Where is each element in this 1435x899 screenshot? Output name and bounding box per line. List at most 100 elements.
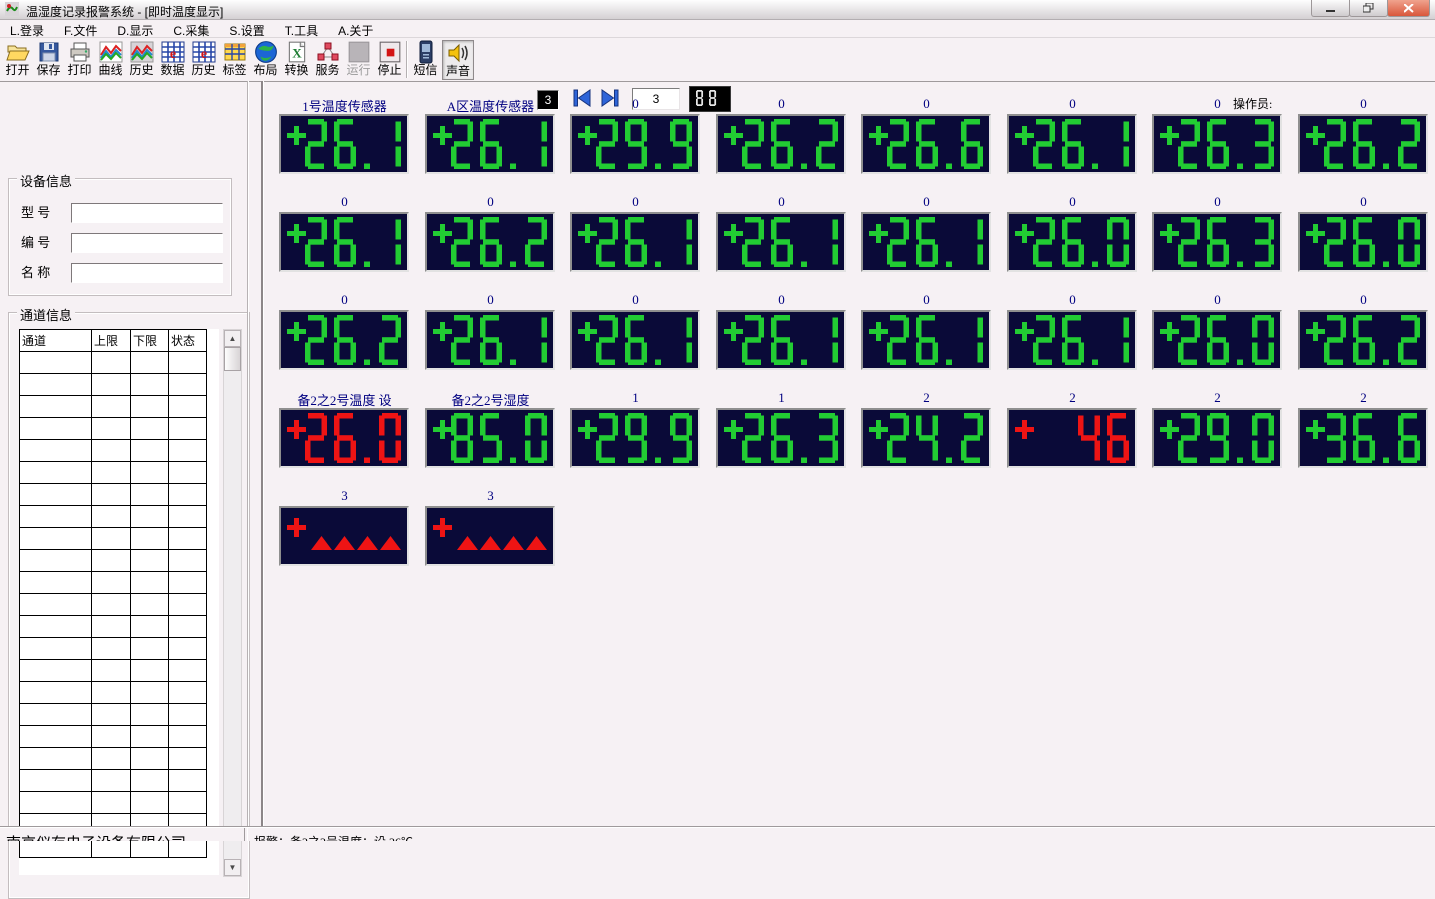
device-field-input[interactable] bbox=[71, 233, 223, 253]
device-field-label: 名 称 bbox=[21, 265, 50, 280]
display-label: 0 bbox=[1152, 292, 1283, 308]
channel-table-cell bbox=[169, 792, 207, 814]
restore-button[interactable] bbox=[1349, 0, 1388, 17]
led-panel bbox=[861, 114, 991, 174]
channel-table-row[interactable] bbox=[20, 352, 207, 374]
menu-bar: L.登录F.文件D.显示C.采集S.设置T.工具A.关于 bbox=[0, 20, 1435, 38]
channel-table-row[interactable] bbox=[20, 660, 207, 682]
channel-table-area: 通道上限下限状态 bbox=[19, 329, 219, 875]
menu-item-0[interactable]: L.登录 bbox=[0, 20, 54, 39]
led-panel bbox=[1152, 114, 1282, 174]
channel-table-row[interactable] bbox=[20, 418, 207, 440]
toolbar-button-label: 历史 bbox=[188, 64, 219, 77]
channel-table-row[interactable] bbox=[20, 374, 207, 396]
speaker-button[interactable]: 声音 bbox=[442, 40, 474, 80]
stop-button[interactable]: 停止 bbox=[374, 40, 405, 79]
device-field-input[interactable] bbox=[71, 263, 223, 283]
channel-table-row[interactable] bbox=[20, 770, 207, 792]
channel-table-row[interactable] bbox=[20, 572, 207, 594]
led-panel bbox=[716, 114, 846, 174]
channel-table-cell bbox=[169, 572, 207, 594]
led-panel bbox=[570, 114, 700, 174]
display-label: 备2之2号温度 设 bbox=[279, 390, 410, 409]
scroll-down-icon[interactable]: ▼ bbox=[224, 859, 241, 876]
channel-table-row[interactable] bbox=[20, 462, 207, 484]
minimize-button[interactable] bbox=[1311, 0, 1350, 17]
display-label: 0 bbox=[716, 292, 847, 308]
channel-table-row[interactable] bbox=[20, 638, 207, 660]
history-curve-button[interactable]: 历史 bbox=[126, 40, 157, 79]
channel-table-cell bbox=[20, 770, 92, 792]
channel-table-cell bbox=[20, 550, 92, 572]
printer-button[interactable]: 打印 bbox=[64, 40, 95, 79]
curve-chart-button[interactable]: 曲线 bbox=[95, 40, 126, 79]
printer-icon bbox=[64, 40, 95, 64]
sms-phone-button[interactable]: 短信 bbox=[410, 40, 441, 79]
panel-splitter[interactable] bbox=[261, 81, 264, 826]
channel-table-cell bbox=[131, 396, 169, 418]
toolbar-button-label: 保存 bbox=[33, 64, 64, 77]
channel-table-row[interactable] bbox=[20, 396, 207, 418]
channel-table-row[interactable] bbox=[20, 704, 207, 726]
app-icon[interactable] bbox=[5, 2, 19, 16]
channel-table-row[interactable] bbox=[20, 792, 207, 814]
channel-table-cell bbox=[169, 506, 207, 528]
channel-table-cell bbox=[169, 352, 207, 374]
menu-item-3[interactable]: C.采集 bbox=[163, 20, 219, 39]
menu-item-1[interactable]: F.文件 bbox=[54, 20, 107, 39]
scroll-up-icon[interactable]: ▲ bbox=[224, 330, 241, 347]
minimize-icon bbox=[1326, 4, 1336, 13]
channel-table-cell bbox=[20, 528, 92, 550]
channel-table-cell bbox=[131, 704, 169, 726]
channel-table: 通道上限下限状态 bbox=[19, 329, 207, 858]
channel-table-cell bbox=[169, 594, 207, 616]
channel-table-row[interactable] bbox=[20, 682, 207, 704]
led-panel bbox=[1298, 212, 1428, 272]
label-table-icon bbox=[219, 40, 250, 64]
toolbar-button-label: 标签 bbox=[219, 64, 250, 77]
scrollbar-thumb[interactable] bbox=[224, 347, 241, 371]
channel-table-row[interactable] bbox=[20, 528, 207, 550]
channel-table-cell bbox=[169, 374, 207, 396]
led-panel bbox=[1298, 408, 1428, 468]
device-field-input[interactable] bbox=[71, 203, 223, 223]
network-service-button[interactable]: 服务 bbox=[312, 40, 343, 79]
channel-table-cell bbox=[92, 792, 131, 814]
channel-table-row[interactable] bbox=[20, 748, 207, 770]
menu-item-5[interactable]: T.工具 bbox=[275, 20, 328, 39]
channel-table-row[interactable] bbox=[20, 726, 207, 748]
channel-table-row[interactable] bbox=[20, 594, 207, 616]
menu-item-6[interactable]: A.关于 bbox=[328, 20, 383, 39]
channel-table-row[interactable] bbox=[20, 550, 207, 572]
led-panel bbox=[861, 212, 991, 272]
display-label: 0 bbox=[1298, 292, 1429, 308]
display-label: 0 bbox=[570, 96, 701, 112]
menu-item-2[interactable]: D.显示 bbox=[107, 20, 163, 39]
globe-button[interactable]: 布局 bbox=[250, 40, 281, 79]
led-panel bbox=[716, 212, 846, 272]
channel-table-cell bbox=[169, 660, 207, 682]
channel-table-cell bbox=[92, 594, 131, 616]
excel-convert-button[interactable]: X转换 bbox=[281, 40, 312, 79]
channel-table-row[interactable] bbox=[20, 484, 207, 506]
close-button[interactable] bbox=[1387, 0, 1430, 17]
display-label: 1号温度传感器 bbox=[279, 96, 410, 115]
channel-table-row[interactable] bbox=[20, 616, 207, 638]
data-table-button[interactable]: e数据 bbox=[157, 40, 188, 79]
label-table-button[interactable]: 标签 bbox=[219, 40, 250, 79]
channel-table-row[interactable] bbox=[20, 440, 207, 462]
save-floppy-button[interactable]: 保存 bbox=[33, 40, 64, 79]
channel-table-cell bbox=[20, 594, 92, 616]
channel-table-cell bbox=[92, 484, 131, 506]
menu-item-4[interactable]: S.设置 bbox=[219, 20, 274, 39]
channel-table-cell bbox=[92, 352, 131, 374]
led-panel bbox=[425, 408, 555, 468]
open-folder-button[interactable]: 打开 bbox=[2, 40, 33, 79]
channel-table-cell bbox=[169, 396, 207, 418]
channel-table-row[interactable] bbox=[20, 506, 207, 528]
channel-table-cell bbox=[131, 528, 169, 550]
channel-table-scrollbar[interactable]: ▲ ▼ bbox=[223, 329, 242, 877]
excel-convert-icon: X bbox=[281, 40, 312, 64]
channel-table-cell bbox=[20, 374, 92, 396]
history-table-button[interactable]: e历史 bbox=[188, 40, 219, 79]
